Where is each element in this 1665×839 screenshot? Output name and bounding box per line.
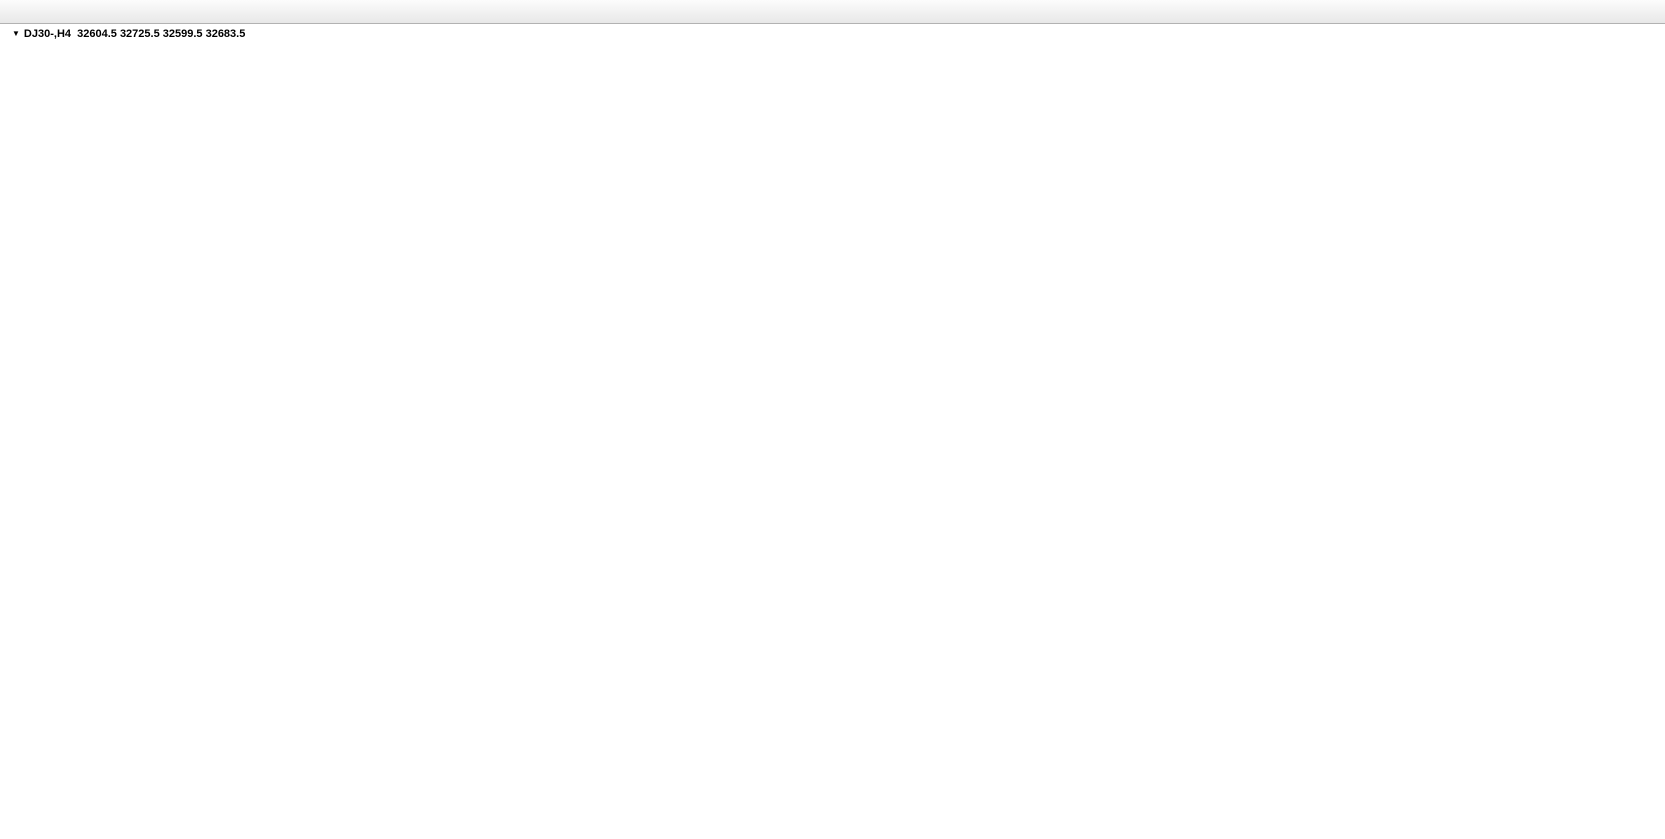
- symbol-dropdown-icon[interactable]: ▼: [12, 29, 20, 38]
- mt4-window: ▼ DJ30-,H4 32604.5 32725.5 32599.5 32683.…: [0, 0, 1665, 839]
- chart-title: ▼ DJ30-,H4 32604.5 32725.5 32599.5 32683.…: [12, 28, 245, 40]
- symbol-period-label: DJ30-,H4: [24, 28, 71, 40]
- toolbar: [0, 0, 1665, 24]
- ohlc-readout: 32604.5 32725.5 32599.5 32683.5: [77, 28, 245, 40]
- chart-canvas: [0, 0, 1665, 839]
